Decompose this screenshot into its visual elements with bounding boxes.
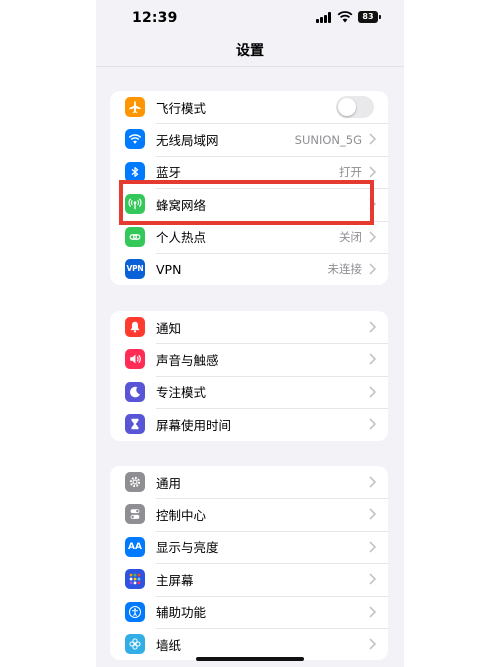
accessibility-icon — [125, 601, 145, 622]
speaker-icon — [125, 349, 145, 370]
cellular-signal-icon — [316, 12, 332, 23]
text-size-icon: AA — [125, 536, 145, 557]
settings-row-label: 飞行模式 — [156, 100, 207, 116]
chevron-right-icon — [369, 573, 376, 585]
settings-row-label: 主屏幕 — [156, 572, 194, 588]
settings-row-label: VPN — [156, 261, 182, 277]
wifi-status-icon — [337, 11, 353, 23]
settings-row-wallpaper[interactable]: 墙纸 — [110, 627, 388, 660]
settings-row-hotspot[interactable]: 个人热点 关闭 — [110, 220, 388, 253]
settings-group-notifications: 通知 声音与触感 专注模式 屏幕使用时间 — [110, 311, 388, 441]
home-indicator — [196, 657, 304, 661]
settings-row-focus[interactable]: 专注模式 — [110, 375, 388, 408]
settings-row-wifi[interactable]: 无线局域网 SUNION_5G — [110, 123, 388, 155]
settings-row-value: 打开 — [339, 164, 362, 179]
settings-row-label: 个人热点 — [156, 230, 207, 246]
page-title: 设置 — [236, 43, 264, 59]
app-grid-icon — [125, 569, 145, 590]
settings-row-sounds[interactable]: 声音与触感 — [110, 343, 388, 375]
wifi-icon — [125, 129, 145, 150]
settings-row-label: 专注模式 — [156, 385, 207, 401]
settings-row-accessibility[interactable]: 辅助功能 — [110, 595, 388, 628]
switches-icon — [125, 504, 145, 525]
chevron-right-icon — [369, 263, 376, 275]
chevron-right-icon — [369, 230, 376, 243]
vpn-icon: VPN — [125, 258, 145, 279]
settings-row-home-screen[interactable]: 主屏幕 — [110, 563, 388, 595]
settings-row-label: 屏幕使用时间 — [156, 417, 232, 433]
airplane-mode-toggle[interactable] — [336, 96, 374, 118]
chevron-right-icon — [369, 321, 376, 333]
chevron-right-icon — [369, 638, 376, 650]
moon-icon — [125, 381, 145, 402]
chevron-right-icon — [369, 541, 376, 553]
highlight-box — [119, 180, 374, 225]
gear-icon — [125, 472, 145, 492]
settings-group-system: 通用 控制中心 AA 显示与亮度 主屏幕 辅助功能 墙纸 — [110, 466, 388, 661]
chevron-right-icon — [369, 605, 376, 618]
chevron-right-icon — [369, 386, 376, 398]
settings-row-label: 声音与触感 — [156, 353, 219, 369]
settings-row-value: 未连接 — [327, 262, 363, 277]
hourglass-icon — [125, 414, 145, 435]
settings-row-label: 蓝牙 — [156, 165, 182, 181]
settings-row-label: 通用 — [156, 475, 182, 491]
flower-icon — [125, 633, 145, 654]
settings-row-notifications[interactable]: 通知 — [110, 311, 388, 343]
settings-row-airplane[interactable]: 飞行模式 — [110, 91, 388, 123]
settings-row-label: 控制中心 — [156, 508, 207, 524]
settings-row-label: 通知 — [156, 320, 182, 336]
airplane-icon — [125, 97, 145, 117]
settings-row-display[interactable]: AA 显示与亮度 — [110, 530, 388, 563]
settings-row-label: 墙纸 — [156, 637, 182, 653]
settings-row-vpn[interactable]: VPN VPN 未连接 — [110, 252, 388, 285]
battery-indicator: 83 — [358, 11, 381, 23]
chevron-right-icon — [369, 418, 376, 430]
hotspot-icon — [125, 226, 145, 247]
settings-row-label: 显示与亮度 — [156, 540, 219, 556]
status-time: 12:39 — [132, 10, 178, 26]
settings-row-screentime[interactable]: 屏幕使用时间 — [110, 408, 388, 440]
bluetooth-icon — [125, 161, 145, 182]
bell-icon — [125, 317, 145, 337]
settings-row-value: SUNION_5G — [294, 132, 362, 147]
chevron-right-icon — [369, 166, 376, 178]
nav-divider — [96, 66, 404, 67]
settings-row-label: 辅助功能 — [156, 605, 207, 621]
chevron-right-icon — [369, 476, 376, 488]
chevron-right-icon — [369, 508, 376, 520]
settings-row-control-center[interactable]: 控制中心 — [110, 498, 388, 530]
chevron-right-icon — [369, 133, 376, 145]
settings-row-label: 无线局域网 — [156, 133, 219, 149]
chevron-right-icon — [369, 353, 376, 365]
status-bar: 12:39 83 — [96, 0, 404, 36]
settings-row-value: 关闭 — [339, 229, 362, 244]
settings-screen: 12:39 83 设置 飞行模式 无线局域网 SUNION_5G 蓝牙 打开 蜂… — [96, 0, 404, 667]
settings-row-general[interactable]: 通用 — [110, 466, 388, 498]
